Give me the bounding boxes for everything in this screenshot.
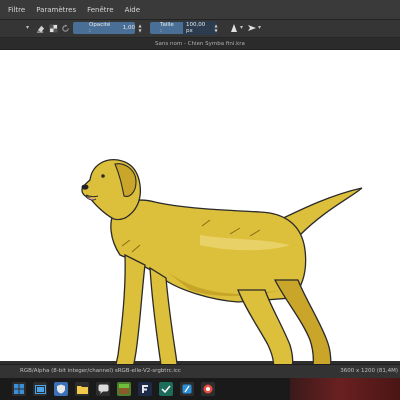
chevron-down-icon[interactable]: ▾ bbox=[26, 24, 32, 32]
krita-icon[interactable] bbox=[180, 382, 194, 396]
f-app-icon[interactable] bbox=[138, 382, 152, 396]
windows-start-icon[interactable] bbox=[12, 382, 26, 396]
menu-parametres[interactable]: Paramètres bbox=[33, 6, 79, 14]
opacity-slider[interactable]: Opacité : 1,00 bbox=[73, 22, 135, 34]
task-view-icon[interactable] bbox=[33, 382, 47, 396]
menu-bar: Filtre Paramètres Fenêtre Aide bbox=[0, 0, 400, 20]
folder-icon[interactable] bbox=[75, 382, 89, 396]
shield-icon[interactable] bbox=[54, 382, 68, 396]
browser-icon[interactable] bbox=[201, 382, 215, 396]
tool-options-bar: ▾ Opacité : 1,00 ▲ ▼ Taille : 100,00 px ▲… bbox=[0, 20, 400, 38]
menu-aide[interactable]: Aide bbox=[122, 6, 143, 14]
preserve-alpha-icon[interactable] bbox=[47, 22, 59, 34]
menu-filtre[interactable]: Filtre bbox=[5, 6, 28, 14]
document-title: Sans nom - Chien Symba fini.kra bbox=[155, 40, 245, 47]
canvas[interactable] bbox=[0, 50, 400, 388]
size-value: 100,00 px bbox=[182, 21, 216, 35]
chat-icon[interactable] bbox=[96, 382, 110, 396]
menu-fenetre[interactable]: Fenêtre bbox=[84, 6, 116, 14]
document-tab[interactable]: Sans nom - Chien Symba fini.kra bbox=[0, 38, 400, 50]
check-app-icon[interactable] bbox=[159, 382, 173, 396]
pen-icon[interactable] bbox=[228, 22, 240, 34]
reload-preset-icon[interactable] bbox=[59, 22, 71, 34]
size-slider[interactable]: Taille : 100,00 px bbox=[150, 21, 216, 35]
minecraft-icon[interactable] bbox=[117, 382, 131, 396]
notification-area bbox=[290, 378, 400, 400]
opacity-label: Opacité : bbox=[89, 22, 111, 34]
chevron-down-icon[interactable]: ▾ bbox=[258, 24, 264, 32]
size-stepper[interactable]: ▲ ▼ bbox=[213, 23, 219, 33]
status-bar: RGB/Alpha (8-bit integer/channel) sRGB-e… bbox=[0, 364, 400, 378]
eraser-icon[interactable] bbox=[34, 22, 46, 34]
opacity-stepper[interactable]: ▲ ▼ bbox=[137, 23, 143, 33]
dog-illustration bbox=[81, 159, 363, 388]
mirror-icon[interactable] bbox=[246, 22, 258, 34]
image-dimensions-status: 3600 x 1200 (81,4M) bbox=[340, 368, 398, 374]
color-profile-status[interactable]: RGB/Alpha (8-bit integer/channel) sRGB-e… bbox=[20, 368, 181, 374]
opacity-value: 1,00 bbox=[122, 25, 135, 31]
size-label: Taille : bbox=[160, 22, 174, 34]
